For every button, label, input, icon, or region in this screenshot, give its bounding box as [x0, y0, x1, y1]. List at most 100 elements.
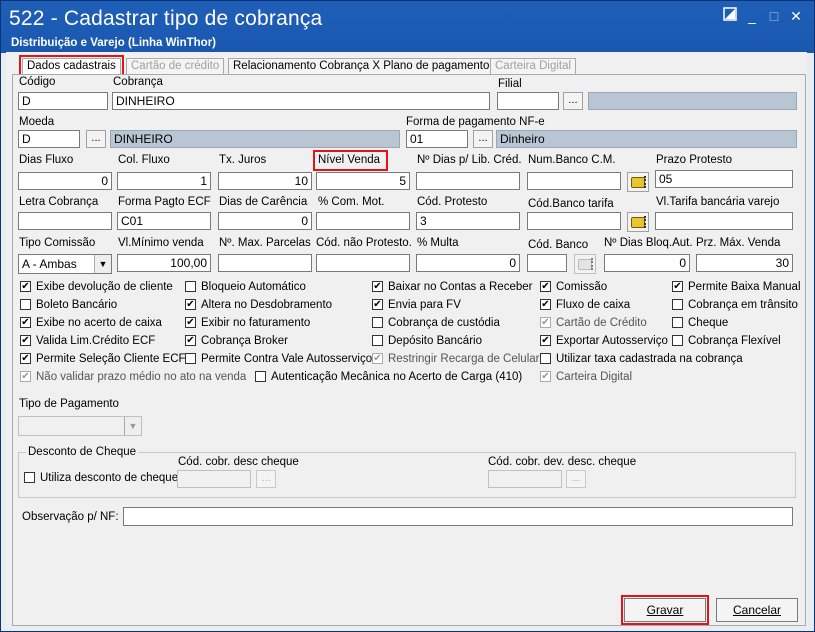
tipo-pagamento-select[interactable]: ▼	[18, 416, 142, 436]
checkmark-icon[interactable]: ✔	[540, 317, 551, 328]
filial-desc	[588, 92, 797, 110]
close-button[interactable]: ✕	[787, 7, 805, 25]
tx-juros-input[interactable]: 10	[218, 172, 312, 190]
checkmark-icon[interactable]: ✔	[20, 371, 31, 382]
forma-pagto-ecf-input[interactable]: C01	[117, 212, 211, 230]
checkbox-box[interactable]	[372, 335, 383, 346]
restore-icon[interactable]	[721, 7, 739, 25]
chevron-down-icon[interactable]: ▼	[124, 417, 141, 435]
max-parcelas-label: Nº. Max. Parcelas	[219, 237, 311, 249]
hand-pointer-icon[interactable]	[627, 212, 649, 232]
filial-search-button[interactable]: ...	[563, 92, 583, 110]
com-mot-input[interactable]	[316, 212, 410, 230]
cod-banco-tarifa-input[interactable]	[527, 212, 621, 230]
cobranca-input[interactable]: DINHEIRO	[112, 92, 490, 110]
dias-carencia-input[interactable]: 0	[218, 212, 312, 230]
checkbox-box[interactable]	[540, 353, 551, 364]
checkbox-label: Cobrança em trânsito	[688, 299, 798, 311]
checkbox-label: Exibe no acerto de caixa	[36, 317, 162, 329]
checkbox-label: Comissão	[556, 281, 608, 293]
cod-nao-protesto-input[interactable]	[316, 254, 410, 272]
moeda-desc: DINHEIRO	[110, 130, 400, 148]
num-banco-cm-label: Num.Banco C.M.	[528, 154, 616, 166]
checkbox-label: Baixar no Contas a Receber	[388, 281, 533, 293]
checkmark-icon[interactable]: ✔	[540, 281, 551, 292]
cod-protesto-input[interactable]: 3	[416, 212, 520, 230]
checkmark-icon[interactable]: ✔	[20, 335, 31, 346]
checkbox-box[interactable]	[185, 281, 196, 292]
codigo-input[interactable]: D	[18, 92, 108, 110]
checkbox-label: Permite Baixa Manual	[688, 281, 801, 293]
letra-cobranca-input[interactable]	[18, 212, 112, 230]
tab-cartao-credito[interactable]: Cartão de crédito	[126, 58, 225, 74]
checkbox-label: Cartão de Crédito	[556, 317, 647, 329]
checkbox-label: Depósito Bancário	[388, 335, 482, 347]
checkbox-label: Boleto Bancário	[36, 299, 118, 311]
checkmark-icon[interactable]: ✔	[185, 335, 196, 346]
checkbox-label: Cobrança de custódia	[388, 317, 500, 329]
vl-minimo-input[interactable]: 100,00	[117, 254, 211, 272]
checkbox-box[interactable]	[20, 299, 31, 310]
checkmark-icon[interactable]: ✔	[372, 353, 383, 364]
title-bar: 522 - Cadastrar tipo de cobrança Distrib…	[1, 1, 814, 53]
dias-bloq-input[interactable]: 0	[604, 254, 690, 272]
filial-input[interactable]	[497, 92, 559, 110]
prazo-protesto-input[interactable]: 05	[655, 170, 793, 188]
checkbox-label: Cobrança Flexível	[688, 335, 781, 347]
chevron-down-icon[interactable]: ▼	[94, 255, 111, 273]
tab-carteira-digital[interactable]: Carteira Digital	[490, 58, 577, 74]
maximize-button[interactable]: □	[765, 7, 783, 25]
checkbox-box[interactable]	[672, 299, 683, 310]
tipo-comissao-select[interactable]: A - Ambas ▼	[18, 254, 112, 274]
cod-cobr-dev-search-button[interactable]: ...	[566, 470, 586, 488]
forma-pgto-nfe-desc: Dinheiro	[496, 130, 797, 148]
checkmark-icon[interactable]: ✔	[372, 299, 383, 310]
col-fluxo-input[interactable]: 1	[117, 172, 211, 190]
checkmark-icon[interactable]: ✔	[185, 299, 196, 310]
cod-cobr-desc-search-button[interactable]: ...	[256, 470, 276, 488]
cod-cobr-dev-input[interactable]	[488, 470, 562, 488]
tipo-comissao-label: Tipo Comissão	[19, 237, 96, 249]
checkbox-label: Exibir no faturamento	[201, 317, 311, 329]
checkbox-box[interactable]	[255, 371, 266, 382]
cod-cobr-desc-input[interactable]	[177, 470, 251, 488]
moeda-label: Moeda	[19, 116, 55, 128]
checkmark-icon[interactable]: ✔	[185, 317, 196, 328]
checkbox-box[interactable]	[185, 353, 196, 364]
dias-fluxo-input[interactable]: 0	[18, 172, 112, 190]
cod-banco-input[interactable]	[527, 254, 567, 272]
tab-relacionamento[interactable]: Relacionamento Cobrança X Plano de pagam…	[228, 58, 495, 74]
nivel-venda-input[interactable]: 5	[316, 172, 410, 190]
checkbox-box[interactable]	[672, 317, 683, 328]
checkmark-icon[interactable]: ✔	[20, 317, 31, 328]
moeda-code-input[interactable]: D	[18, 130, 80, 148]
prazo-protesto-label: Prazo Protesto	[656, 154, 733, 166]
vl-tarifa-input[interactable]	[655, 212, 793, 230]
checkmark-icon[interactable]: ✔	[672, 281, 683, 292]
cancelar-button[interactable]: Cancelar	[716, 598, 798, 622]
dias-lib-cred-input[interactable]	[416, 172, 520, 190]
forma-pgto-nfe-input[interactable]: 01	[406, 130, 468, 148]
vl-tarifa-label: Vl.Tarifa bancária varejo	[656, 196, 780, 208]
hand-pointer-icon[interactable]	[627, 172, 649, 192]
checkmark-icon[interactable]: ✔	[20, 353, 31, 364]
cobranca-label: Cobrança	[113, 76, 163, 88]
checkmark-icon[interactable]: ✔	[540, 299, 551, 310]
max-parcelas-input[interactable]	[218, 254, 312, 272]
checkmark-icon[interactable]: ✔	[540, 371, 551, 382]
forma-pgto-nfe-search-button[interactable]: ...	[473, 130, 493, 148]
minimize-button[interactable]: _	[743, 7, 761, 25]
checkbox-label: Não validar prazo médio no ato na venda	[36, 371, 247, 383]
multa-input[interactable]: 0	[416, 254, 520, 272]
moeda-search-button[interactable]: ...	[86, 130, 106, 148]
hand-pointer-icon[interactable]	[574, 254, 596, 274]
num-banco-cm-input[interactable]	[527, 172, 621, 190]
checkmark-icon[interactable]: ✔	[20, 281, 31, 292]
checkbox-box[interactable]	[24, 472, 35, 483]
checkbox-box[interactable]	[372, 317, 383, 328]
checkbox-box[interactable]	[672, 335, 683, 346]
checkmark-icon[interactable]: ✔	[540, 335, 551, 346]
prz-max-venda-input[interactable]: 30	[696, 254, 793, 272]
observacao-input[interactable]	[123, 507, 793, 526]
checkmark-icon[interactable]: ✔	[372, 281, 383, 292]
